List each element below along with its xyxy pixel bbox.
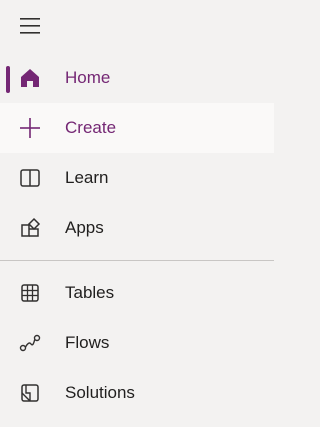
nav-item-home[interactable]: Home — [0, 53, 274, 103]
nav-item-flows[interactable]: Flows — [0, 318, 274, 368]
home-icon — [18, 66, 42, 90]
nav-item-label: Flows — [65, 333, 110, 352]
nav-item-create[interactable]: Create — [0, 103, 274, 153]
nav-item-learn[interactable]: Learn — [0, 153, 274, 203]
plus-icon — [18, 116, 42, 140]
selected-indicator — [6, 66, 10, 93]
nav-item-label: Apps — [65, 218, 104, 237]
nav-item-label: Create — [65, 118, 117, 137]
table-grid-icon — [18, 281, 42, 305]
nav-item-label: Learn — [65, 168, 109, 187]
left-navigation: Home Create Learn Apps Tables Flows Solu… — [0, 0, 274, 427]
flow-icon — [18, 331, 42, 355]
solutions-icon — [18, 381, 42, 405]
nav-item-label: Tables — [65, 283, 115, 302]
nav-item-solutions[interactable]: Solutions — [0, 368, 274, 418]
apps-icon — [18, 216, 42, 240]
nav-item-tables[interactable]: Tables — [0, 268, 274, 318]
hamburger-menu-icon[interactable] — [20, 16, 42, 36]
nav-item-label: Solutions — [65, 383, 135, 402]
nav-item-label: Home — [65, 68, 111, 87]
nav-item-apps[interactable]: Apps — [0, 203, 274, 253]
nav-divider — [0, 260, 274, 261]
book-icon — [18, 166, 42, 190]
